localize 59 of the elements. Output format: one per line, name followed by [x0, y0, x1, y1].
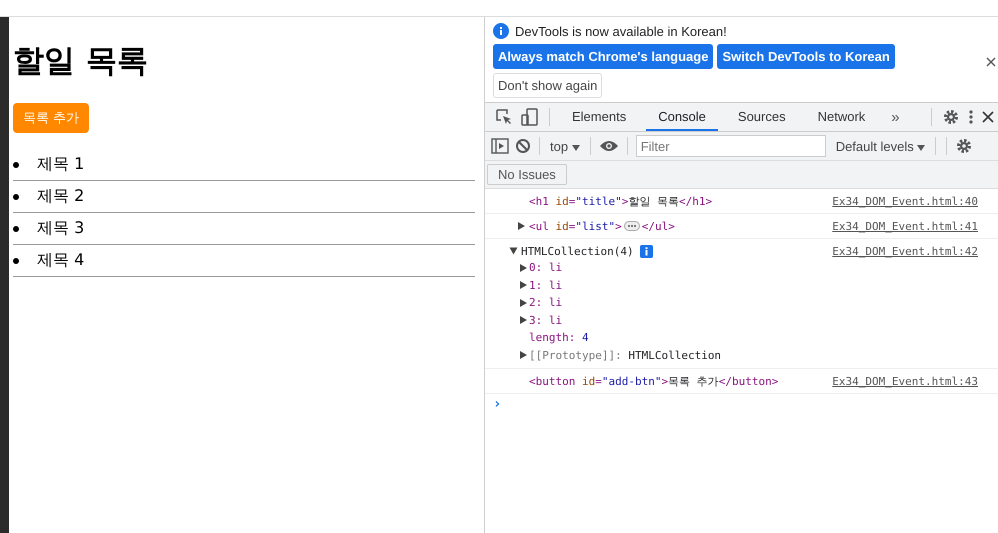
panel-tab[interactable]: Sources — [726, 103, 798, 131]
collapsed-arrow-icon[interactable] — [520, 316, 527, 324]
info-icon — [640, 244, 653, 258]
levels-dropdown[interactable]: Default levels — [834, 138, 928, 154]
clear-console-icon[interactable] — [515, 138, 531, 154]
issues-button[interactable]: No Issues — [487, 164, 567, 185]
ellipsis-icon[interactable] — [624, 221, 640, 231]
bullet-icon — [13, 194, 19, 200]
settings-icon[interactable] — [942, 108, 960, 126]
inspect-icon[interactable] — [495, 108, 513, 126]
sidebar-toggle-icon[interactable] — [491, 138, 509, 154]
dropdown-caret-icon — [917, 144, 926, 150]
eye-icon[interactable] — [598, 139, 619, 153]
source-link[interactable]: Ex34_DOM_Event.html:42 — [832, 244, 978, 258]
console-message: HTMLCollection(4) — [521, 244, 634, 258]
collapsed-arrow-icon[interactable] — [520, 351, 527, 360]
bullet-icon — [13, 162, 19, 168]
dropdown-caret-icon — [572, 144, 580, 150]
close-icon[interactable] — [986, 57, 996, 67]
panel-tab[interactable]: Elements — [560, 103, 638, 131]
infobar-button[interactable]: Don't show again — [493, 73, 602, 98]
info-icon — [493, 23, 509, 39]
device-icon[interactable] — [521, 108, 539, 126]
list-item: 제목 2 — [37, 186, 84, 207]
page-heading: 할일 목록 — [13, 42, 149, 80]
console-message: <ul id="list"> — [529, 220, 622, 232]
property-row: 0: li — [529, 261, 562, 274]
more-tabs-button[interactable]: » — [885, 108, 906, 126]
filter-field[interactable]: Filter — [636, 135, 826, 157]
prompt-icon[interactable]: › — [493, 396, 502, 412]
property-row: 2: li — [529, 296, 562, 310]
bullet-icon — [13, 226, 19, 232]
collapsed-arrow-icon[interactable] — [520, 298, 527, 307]
infobar-message: DevTools is now available in Korean! — [515, 24, 727, 38]
infobar-button[interactable]: Switch DevTools to Korean — [717, 44, 895, 69]
collapsed-arrow-icon[interactable] — [518, 222, 525, 230]
panel-tab[interactable]: Network — [806, 103, 878, 131]
infobar-button[interactable]: Always match Chrome's language — [493, 44, 714, 69]
list-item: 제목 3 — [37, 218, 84, 239]
source-link[interactable]: Ex34_DOM_Event.html:43 — [832, 374, 978, 388]
property-row: length: 4 — [529, 331, 589, 344]
source-link[interactable]: Ex34_DOM_Event.html:41 — [832, 220, 978, 232]
bullet-icon — [13, 258, 19, 264]
property-row: 1: li — [529, 278, 562, 292]
collapsed-arrow-icon[interactable] — [520, 264, 527, 272]
property-row: [[Prototype]]: HTMLCollection — [529, 348, 722, 362]
property-row: 3: li — [529, 314, 562, 327]
list-item: 제목 1 — [37, 154, 84, 175]
menu-icon[interactable] — [968, 109, 974, 125]
list-item: 제목 4 — [37, 250, 84, 271]
expanded-arrow-icon[interactable] — [510, 248, 518, 254]
console-message: <button id="add-btn">목록 추가</button> — [529, 374, 778, 388]
collapsed-arrow-icon[interactable] — [520, 281, 527, 290]
settings-icon[interactable] — [955, 137, 974, 155]
close-icon[interactable] — [982, 111, 994, 123]
context-dropdown[interactable]: top — [548, 138, 582, 154]
source-link[interactable]: Ex34_DOM_Event.html:40 — [832, 194, 978, 208]
console-message: <h1 id="title">할일 목록</h1> — [529, 194, 712, 208]
console-message: </ul> — [642, 220, 675, 232]
